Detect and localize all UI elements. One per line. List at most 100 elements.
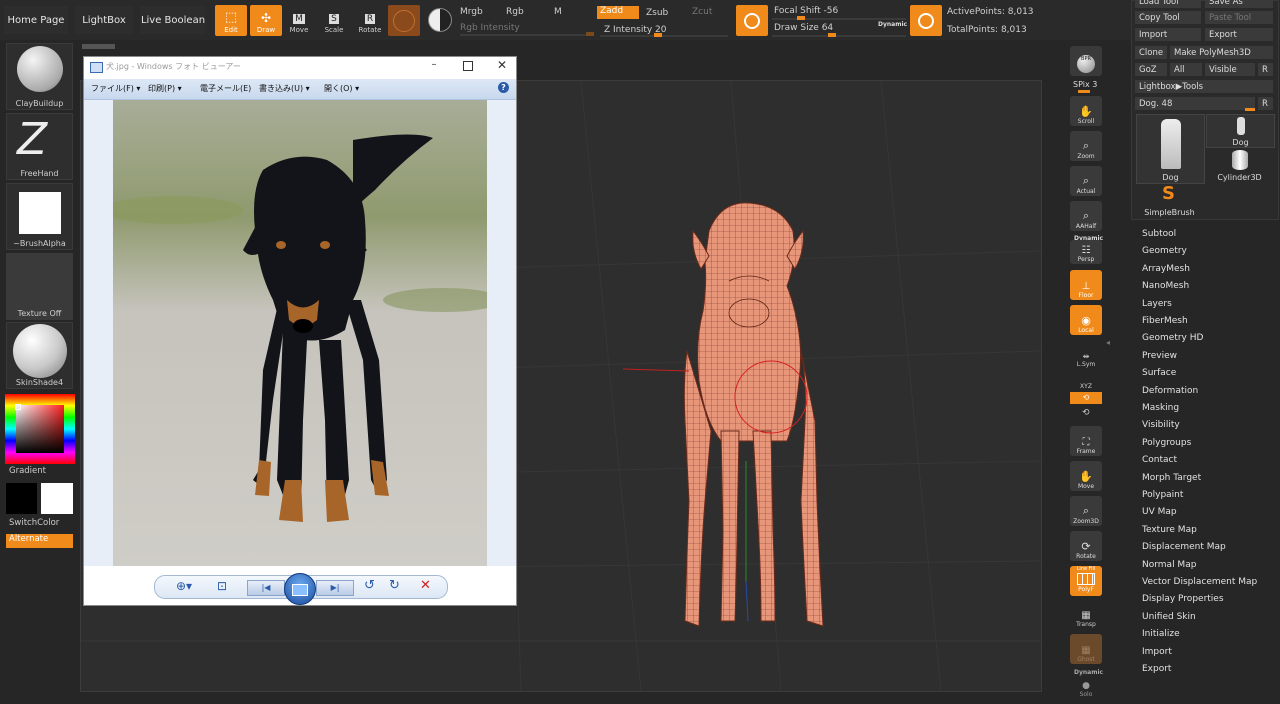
menu-item-texture-map[interactable]: Texture Map xyxy=(1142,525,1197,535)
thumb-dog-small[interactable]: Dog xyxy=(1206,114,1275,148)
load-tool-button[interactable]: Load Tool xyxy=(1135,0,1201,8)
xyz-button[interactable]: XYZ xyxy=(1070,374,1102,390)
thumb-dog-large[interactable]: Dog xyxy=(1136,114,1205,184)
lightbox-tools-button[interactable]: Lightbox▶Tools xyxy=(1135,80,1273,93)
menu-item-fibermesh[interactable]: FiberMesh xyxy=(1142,316,1188,326)
focal-shift-icon[interactable] xyxy=(736,5,768,36)
menu-item-polygroups[interactable]: Polygroups xyxy=(1142,438,1191,448)
ghost-button[interactable]: ▦ Ghost xyxy=(1070,634,1102,664)
save-as-button[interactable]: Save As xyxy=(1205,0,1273,8)
spix-slider[interactable]: SPix 3 xyxy=(1073,80,1097,89)
delete-icon[interactable]: ✕ xyxy=(420,578,431,593)
zoom-button[interactable]: ⌕ Zoom xyxy=(1070,131,1102,161)
menu-file[interactable]: ファイル(F) ▾ xyxy=(91,83,140,94)
menu-item-preview[interactable]: Preview xyxy=(1142,351,1177,361)
z-intensity-knob[interactable] xyxy=(654,33,662,37)
transp-button[interactable]: ▦ Transp xyxy=(1070,602,1102,628)
color-picker-square[interactable] xyxy=(16,405,64,453)
frame-button[interactable]: ⛶ Frame xyxy=(1070,426,1102,456)
export-button[interactable]: Export xyxy=(1205,28,1273,41)
polyf-button[interactable]: Line Fill PolyF xyxy=(1070,566,1102,596)
draw-button[interactable]: ✣ Draw xyxy=(250,5,282,36)
material-slot[interactable]: SkinShade4 xyxy=(6,322,73,389)
spix-knob[interactable] xyxy=(1078,90,1090,93)
move-view-button[interactable]: ✋ Move xyxy=(1070,461,1102,491)
menu-item-initialize[interactable]: Initialize xyxy=(1142,629,1180,639)
draw-size-dynamic-icon[interactable] xyxy=(910,5,942,36)
draw-size-slider[interactable]: Draw Size 64 xyxy=(774,23,833,33)
menu-item-display-properties[interactable]: Display Properties xyxy=(1142,594,1224,604)
goz-button[interactable]: GoZ xyxy=(1135,63,1167,76)
rgb-toggle[interactable]: Rgb xyxy=(506,7,524,17)
sym-toggle-orange[interactable]: ⟲ xyxy=(1070,392,1102,404)
fit-window-icon[interactable]: ⊡ xyxy=(217,579,227,593)
actual-button[interactable]: ⌕ Actual xyxy=(1070,166,1102,196)
menu-item-normal-map[interactable]: Normal Map xyxy=(1142,560,1196,570)
mrgb-toggle[interactable]: Mrgb xyxy=(460,7,483,17)
menu-item-uv-map[interactable]: UV Map xyxy=(1142,507,1177,517)
menu-item-layers[interactable]: Layers xyxy=(1142,299,1172,309)
edit-button[interactable]: ⬚ Edit xyxy=(215,5,247,36)
color-swap-icon[interactable] xyxy=(428,8,452,32)
menu-item-subtool[interactable]: Subtool xyxy=(1142,229,1176,239)
menu-item-geometry[interactable]: Geometry xyxy=(1142,246,1187,256)
menu-item-vector-displacement-map[interactable]: Vector Displacement Map xyxy=(1142,577,1257,587)
m-toggle[interactable]: M xyxy=(554,7,562,17)
close-icon[interactable]: ✕ xyxy=(492,58,512,72)
menu-item-deformation[interactable]: Deformation xyxy=(1142,386,1198,396)
make-polymesh-button[interactable]: Make PolyMesh3D xyxy=(1170,46,1273,59)
menu-item-masking[interactable]: Masking xyxy=(1142,403,1179,413)
zcut-button[interactable]: Zcut xyxy=(692,7,712,17)
live-boolean-button[interactable]: Live Boolean xyxy=(140,6,206,34)
slideshow-button[interactable] xyxy=(284,573,316,605)
paste-tool-button[interactable]: Paste Tool xyxy=(1205,11,1273,24)
brush-alpha[interactable]: ~BrushAlpha xyxy=(6,183,73,250)
scroll-button[interactable]: ✋ Scroll xyxy=(1070,96,1102,126)
rgb-intensity-slider[interactable]: Rgb Intensity xyxy=(460,23,520,33)
clone-button[interactable]: Clone xyxy=(1135,46,1167,59)
zsub-button[interactable]: Zsub xyxy=(646,8,668,18)
menu-item-contact[interactable]: Contact xyxy=(1142,455,1177,465)
floor-button[interactable]: ⊥ Floor xyxy=(1070,270,1102,300)
import-button[interactable]: Import xyxy=(1135,28,1201,41)
menu-print[interactable]: 印刷(P) ▾ xyxy=(148,83,182,94)
menu-item-visibility[interactable]: Visibility xyxy=(1142,420,1180,430)
maximize-button[interactable] xyxy=(458,60,478,72)
goz-visible-button[interactable]: Visible xyxy=(1205,63,1255,76)
canvas-tab[interactable] xyxy=(82,44,115,49)
menu-item-surface[interactable]: Surface xyxy=(1142,368,1176,378)
aahalf-button[interactable]: ⌕ AAHalf xyxy=(1070,201,1102,231)
menu-item-polypaint[interactable]: Polypaint xyxy=(1142,490,1183,500)
menu-item-geometry-hd[interactable]: Geometry HD xyxy=(1142,333,1203,343)
claybuildup-brush[interactable]: ClayBuildup xyxy=(6,43,73,110)
goz-r-button[interactable]: R xyxy=(1258,63,1273,76)
rgb-intensity-knob[interactable] xyxy=(586,32,594,36)
color-picker[interactable] xyxy=(5,394,75,464)
solo-button[interactable]: ● Solo xyxy=(1070,676,1102,698)
rotate-right-icon[interactable]: ↻ xyxy=(389,578,400,593)
zoom3d-button[interactable]: ⌕ Zoom3D xyxy=(1070,496,1102,526)
dog-tool-knob[interactable] xyxy=(1245,108,1255,111)
bpr-button[interactable]: BPR xyxy=(1070,46,1102,76)
focal-shift-slider[interactable]: Focal Shift -56 xyxy=(774,6,838,16)
focal-shift-knob[interactable] xyxy=(797,16,805,20)
panel-collapse-arrow[interactable]: ◂ xyxy=(1106,338,1110,347)
next-button[interactable]: ▶| xyxy=(316,580,354,596)
menu-open[interactable]: 開く(O) ▾ xyxy=(324,83,359,94)
scale-button[interactable]: S Scale xyxy=(321,8,347,34)
menu-item-unified-skin[interactable]: Unified Skin xyxy=(1142,612,1196,622)
sym-toggle-icon[interactable]: ⟲ xyxy=(1082,408,1090,418)
alternate-button[interactable]: Alternate xyxy=(6,534,73,548)
menu-item-displacement-map[interactable]: Displacement Map xyxy=(1142,542,1226,552)
material-swatch[interactable] xyxy=(388,5,420,36)
menu-item-arraymesh[interactable]: ArrayMesh xyxy=(1142,264,1190,274)
local-button[interactable]: ◉ Local xyxy=(1070,305,1102,335)
zoom-icon[interactable]: ⊕▾ xyxy=(176,579,192,593)
thumb-simplebrush[interactable]: S SimpleBrush xyxy=(1136,184,1203,218)
menu-email[interactable]: 電子メール(E) xyxy=(200,83,251,94)
menu-item-morph-target[interactable]: Morph Target xyxy=(1142,473,1201,483)
minimize-button[interactable]: – xyxy=(424,60,444,72)
menu-burn[interactable]: 書き込み(U) ▾ xyxy=(259,83,310,94)
main-color-swatch[interactable] xyxy=(6,483,37,514)
previous-button[interactable]: |◀ xyxy=(247,580,285,596)
